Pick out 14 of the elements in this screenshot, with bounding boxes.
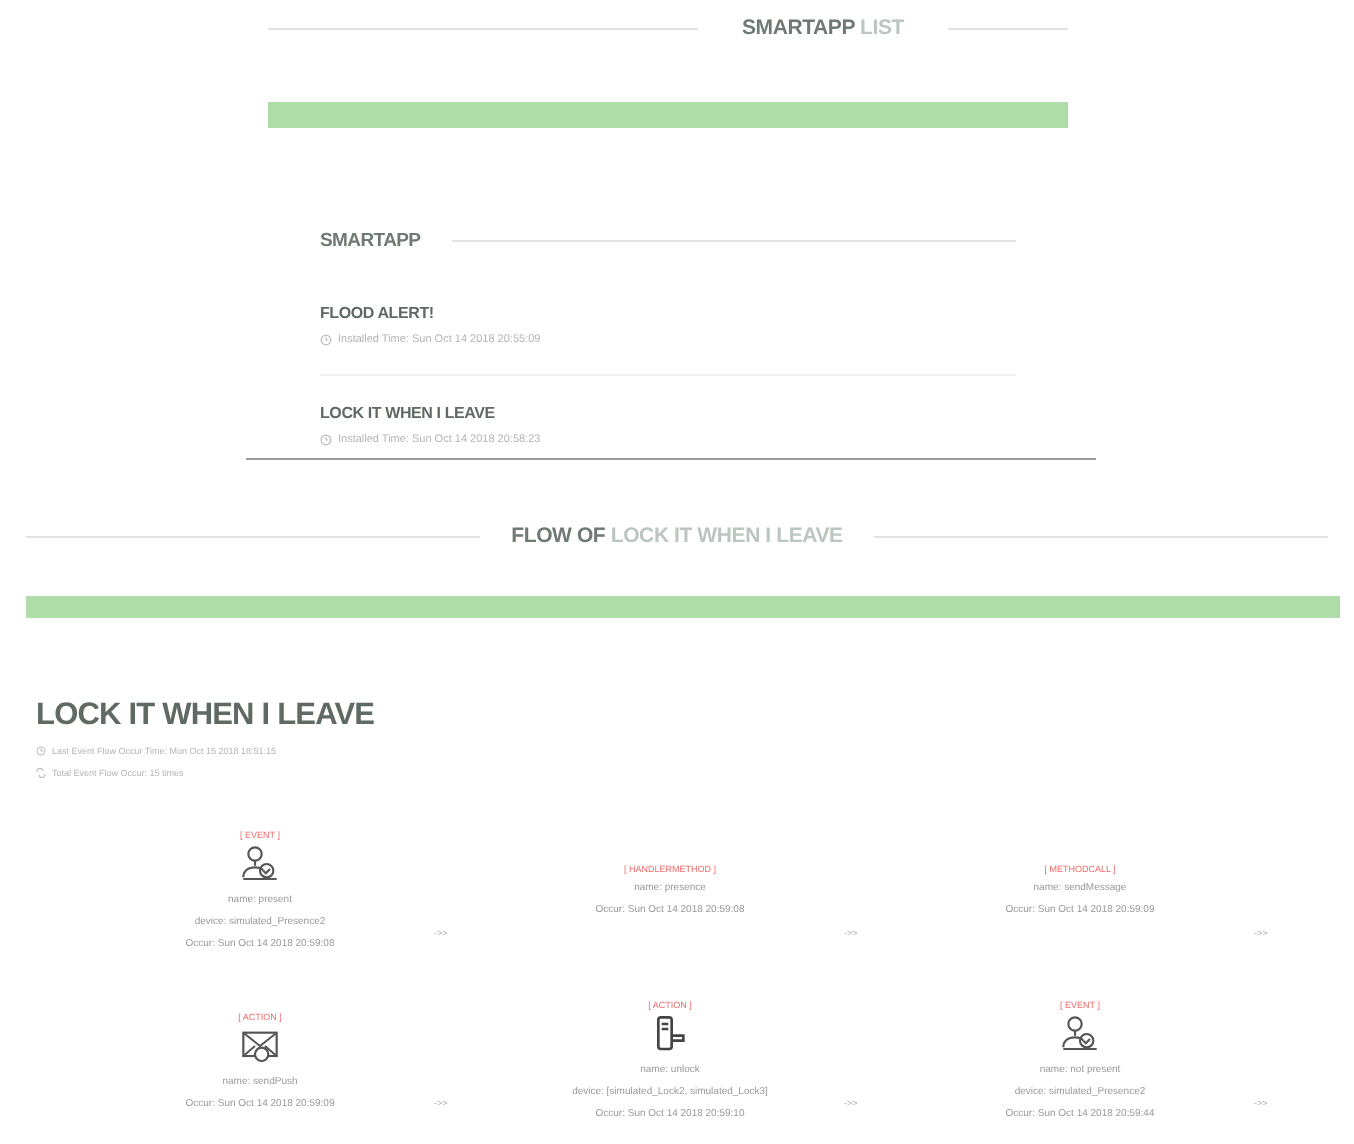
section-title: FLOW OF: [511, 524, 606, 548]
person-pin-icon: [1060, 1014, 1100, 1054]
list-heading: SMARTAPP: [320, 230, 421, 252]
clock-icon: [320, 334, 332, 346]
smartapp-name[interactable]: LOCK IT WHEN I LEAVE: [320, 404, 1068, 422]
section-title-accent: LOCK IT WHEN I LEAVE: [610, 524, 843, 548]
person-pin-icon: [240, 844, 280, 884]
clock-icon: [320, 434, 332, 446]
section-title-accent: LIST: [860, 16, 904, 40]
section-title: SMARTAPP: [741, 16, 855, 40]
flow-heading: LOCK IT WHEN I LEAVE: [36, 698, 377, 734]
clock-icon: [36, 746, 46, 756]
smartapp-name[interactable]: FLOOD ALERT!: [320, 304, 1016, 322]
repeat-icon: [36, 768, 46, 778]
